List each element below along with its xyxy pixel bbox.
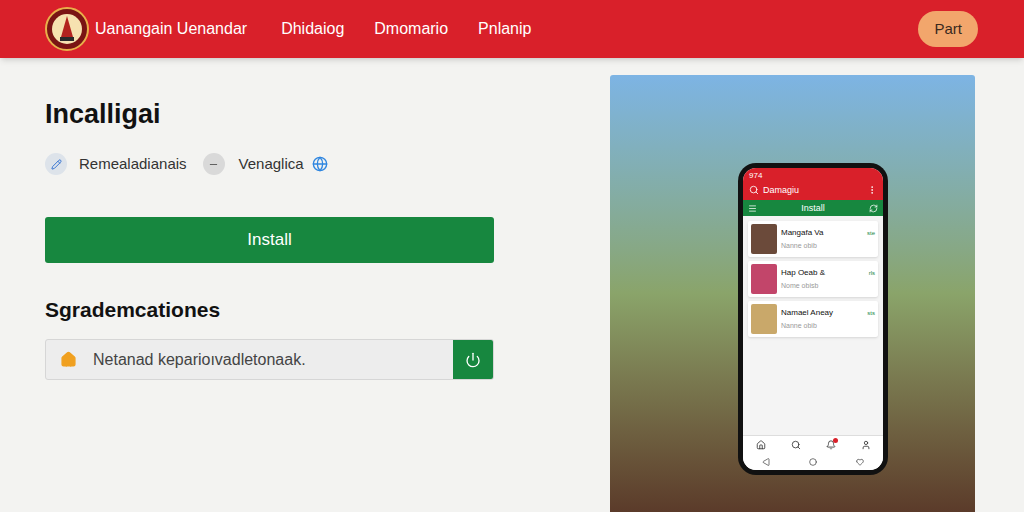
item-subtitle: Nanne obib [781,321,875,331]
home-button-icon[interactable] [809,458,817,466]
brand[interactable]: Uanangain Uenandar [45,7,247,51]
phone-tab-bar: Install [743,200,883,216]
bottom-nav-icon[interactable] [826,440,836,450]
phone-list-item[interactable]: Hap Oeab & rls Nome obisb [748,261,878,297]
install-button[interactable]: Install [45,217,494,263]
globe-icon [312,156,328,172]
nav-item[interactable]: Dhidaiog [281,17,344,41]
item-text: Hap Oeab & rls Nome obisb [781,267,875,291]
phone-bottom-nav [743,435,883,454]
heart-icon[interactable] [856,458,864,466]
item-tag: rls [869,269,875,277]
search-icon[interactable] [749,185,759,195]
section-title: Sgrademcationes [45,297,494,323]
item-subtitle: Nome obisb [781,281,875,291]
logo-icon [45,7,89,51]
item-thumbnail [751,304,777,334]
meta-row: Remealadianais Venaglica [45,150,494,178]
nav-item[interactable]: Dmomario [374,17,448,41]
phone-screen: 974 Damagiu Install Mangafa Va ste Nanne obib… [743,168,883,470]
phone-search-row: Damagiu [749,184,877,196]
item-title: Mangafa Va [781,227,824,238]
field-placeholder: Netanad keparioıvadletonaak. [93,348,306,372]
back-icon[interactable] [762,458,770,466]
edit-icon [45,153,67,175]
menu-icon[interactable] [748,204,757,213]
top-bar: Uanangain Uenandar Dhidaiog Dmomario Pnlani… [0,0,1024,58]
app-title: Incalligai [45,98,494,130]
phone-tab[interactable]: Install [757,202,869,214]
power-button[interactable] [453,340,493,379]
content: Incalligai Remealadianais Venaglica Install… [0,58,1024,512]
page: Uanangain Uenandar Dhidaiog Dmomario Pnlani… [0,0,1024,512]
phone: 974 Damagiu Install Mangafa Va ste Nanne obib… [738,163,888,475]
phone-title: Damagiu [763,184,799,196]
search-field: Netanad keparioıvadletonaak. [45,339,494,380]
meta-label: Venaglica [239,153,304,176]
item-title: Hap Oeab & [781,267,825,278]
brand-name: Uanangain Uenandar [95,17,247,41]
phone-list-item[interactable]: Namael Aneay sts Nanne obib [748,301,878,337]
minus-icon [203,153,225,175]
bottom-nav-icon[interactable] [791,440,801,450]
refresh-icon[interactable] [869,204,878,213]
item-thumbnail [751,224,777,254]
item-tag: sts [867,309,875,317]
phone-list: Mangafa Va ste Nanne obib Hap Oeab & rls Nome… [743,216,883,342]
badge-dot [833,438,838,443]
more-icon[interactable] [867,185,877,195]
hero-photo: 974 Damagiu Install Mangafa Va ste Nanne obib… [610,75,975,512]
app-panel: Incalligai Remealadianais Venaglica Install… [45,58,494,512]
item-text: Namael Aneay sts Nanne obib [781,307,875,331]
nav: Dhidaiog Dmomario Pnlanip [281,17,531,41]
phone-header: 974 Damagiu [743,168,883,200]
field-input[interactable]: Netanad keparioıvadletonaak. [46,340,453,379]
phone-list-item[interactable]: Mangafa Va ste Nanne obib [748,221,878,257]
bottom-nav-icon[interactable] [756,440,766,450]
meta-label: Remealadianais [79,153,187,176]
item-thumbnail [751,264,777,294]
part-button[interactable]: Part [918,11,978,48]
bottom-nav-icon[interactable] [861,440,871,450]
home-icon [60,351,77,368]
item-text: Mangafa Va ste Nanne obib [781,227,875,251]
status-time: 974 [749,171,877,181]
android-nav [743,454,883,470]
nav-item[interactable]: Pnlanip [478,17,531,41]
item-tag: ste [867,229,875,237]
item-title: Namael Aneay [781,307,833,318]
item-subtitle: Nanne obib [781,241,875,251]
